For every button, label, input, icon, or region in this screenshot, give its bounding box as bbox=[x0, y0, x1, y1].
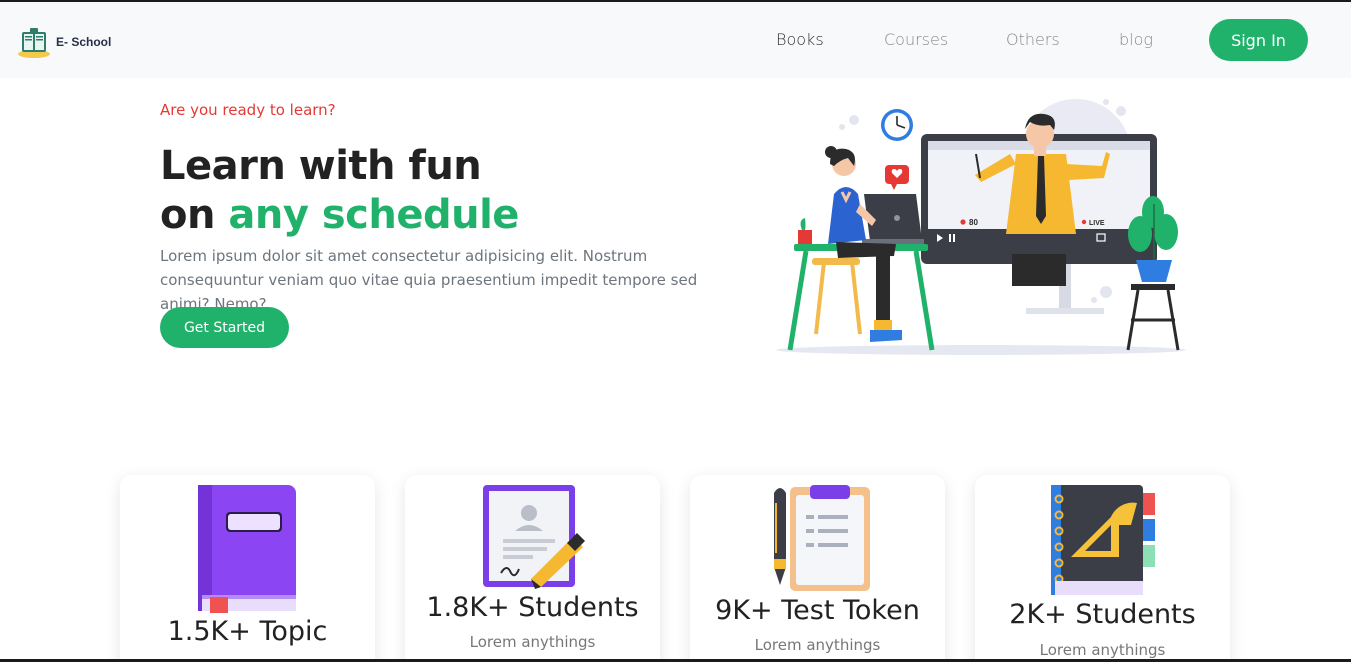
hero-title-highlight: any schedule bbox=[228, 192, 519, 238]
stat-card-test-token: 9K+ Test Token Lorem anythings bbox=[690, 475, 945, 662]
sign-in-button[interactable]: Sign In bbox=[1209, 19, 1308, 61]
stat-card-students-2: 2K+ Students Lorem anythings bbox=[975, 475, 1230, 662]
get-started-button[interactable]: Get Started bbox=[160, 307, 289, 348]
stat-title-topics: 1.5K+ Topic bbox=[167, 616, 328, 647]
hero-description: Lorem ipsum dolor sit amet consectetur a… bbox=[160, 247, 698, 313]
stat-title-students-2: 2K+ Students bbox=[1009, 599, 1196, 630]
hero-title: Learn with fun on any schedule bbox=[160, 142, 519, 240]
nav-blog[interactable]: blog bbox=[1119, 30, 1153, 49]
hero-eyebrow: Are you ready to learn? bbox=[160, 101, 336, 119]
stat-subtitle-students-2: Lorem anythings bbox=[1039, 641, 1166, 659]
hero-title-prefix: on bbox=[160, 192, 229, 238]
online-class-illustration: 80 LIVE bbox=[776, 99, 1186, 355]
stat-subtitle-test-token: Lorem anythings bbox=[754, 636, 881, 654]
logo[interactable]: E- School bbox=[16, 26, 111, 58]
notebook-icon bbox=[1051, 485, 1155, 595]
nav-others[interactable]: Others bbox=[1006, 30, 1060, 49]
certificate-icon bbox=[483, 485, 585, 589]
nav-courses[interactable]: Courses bbox=[884, 30, 948, 49]
navbar: E- School Books Courses Others blog Sign… bbox=[0, 2, 1351, 78]
stat-card-students: 1.8K+ Students Lorem anythings bbox=[405, 475, 660, 662]
hero-title-line2: on any schedule bbox=[160, 191, 519, 240]
stat-card-topics: 1.5K+ Topic bbox=[120, 475, 375, 662]
stat-subtitle-students: Lorem anythings bbox=[469, 633, 596, 651]
live-label: LIVE bbox=[1089, 220, 1105, 227]
viewers-count: 80 bbox=[969, 218, 978, 227]
hero-title-line1: Learn with fun bbox=[160, 143, 482, 189]
school-logo-icon bbox=[18, 28, 50, 58]
stat-title-students: 1.8K+ Students bbox=[426, 592, 639, 623]
book-icon bbox=[198, 485, 296, 613]
clock-icon bbox=[881, 109, 913, 141]
nav-books[interactable]: Books bbox=[776, 30, 824, 49]
clipboard-icon bbox=[774, 485, 870, 591]
stat-title-test-token: 9K+ Test Token bbox=[715, 595, 920, 626]
logo-text: E- School bbox=[56, 35, 112, 49]
